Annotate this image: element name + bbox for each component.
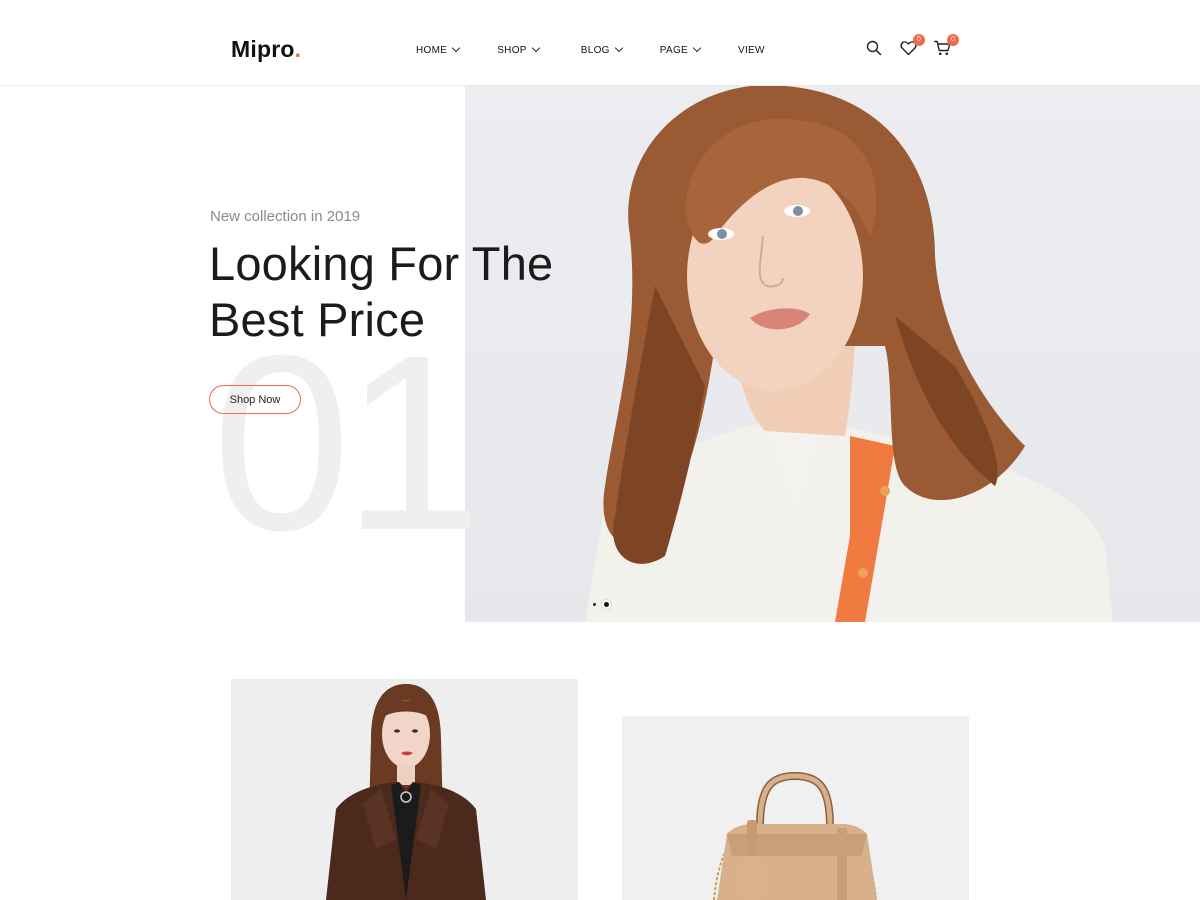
nav-item-view[interactable]: VIEW <box>738 42 765 58</box>
shop-now-button[interactable]: Shop Now <box>209 385 301 414</box>
main-nav: HOME SHOP BLOG PAGE VIEW <box>416 42 765 58</box>
product-card-coat[interactable] <box>231 679 578 900</box>
nav-item-label: VIEW <box>738 44 765 56</box>
nav-item-label: HOME <box>416 44 448 56</box>
chevron-down-icon <box>692 43 702 53</box>
logo-text: Mipro <box>231 36 295 62</box>
nav-item-blog[interactable]: BLOG <box>580 42 623 58</box>
logo[interactable]: Mipro. <box>231 34 301 64</box>
header-actions: 0 0 <box>866 34 959 58</box>
wishlist-button[interactable]: 0 <box>900 34 925 58</box>
product-card-handbag[interactable] <box>622 716 969 900</box>
cart-count-badge: 0 <box>947 34 959 46</box>
logo-dot: . <box>294 36 302 62</box>
hero-slider: 01 New collection in 2019 Looking For Th… <box>0 86 1200 622</box>
slider-pagination <box>593 600 611 609</box>
nav-item-label: BLOG <box>580 44 610 56</box>
search-icon <box>866 40 882 56</box>
nav-item-home[interactable]: HOME <box>416 42 461 58</box>
nav-item-shop[interactable]: SHOP <box>497 42 540 58</box>
wishlist-count-badge: 0 <box>913 34 925 46</box>
slide-number: 01 <box>212 303 482 582</box>
nav-item-page[interactable]: PAGE <box>659 42 702 58</box>
hero-model-illustration <box>585 86 1113 622</box>
woman-brown-coat-image <box>326 684 486 900</box>
chevron-down-icon <box>614 43 623 53</box>
nav-item-label: PAGE <box>659 44 688 56</box>
hero-headline: Looking For The Best Price <box>209 237 554 346</box>
search-button[interactable] <box>866 40 884 58</box>
slider-dot-2[interactable] <box>602 600 611 609</box>
chevron-down-icon <box>531 43 540 53</box>
beige-handbag-image <box>713 771 877 900</box>
nav-item-label: SHOP <box>497 44 527 56</box>
hero-subtitle: New collection in 2019 <box>210 208 361 225</box>
cart-button[interactable]: 0 <box>934 34 959 58</box>
hero-model-image <box>465 86 1200 622</box>
slider-dot-1[interactable] <box>593 603 596 606</box>
chevron-down-icon <box>451 43 461 53</box>
site-header: Mipro. HOME SHOP BLOG PAGE VIEW 0 0 <box>0 0 1200 86</box>
